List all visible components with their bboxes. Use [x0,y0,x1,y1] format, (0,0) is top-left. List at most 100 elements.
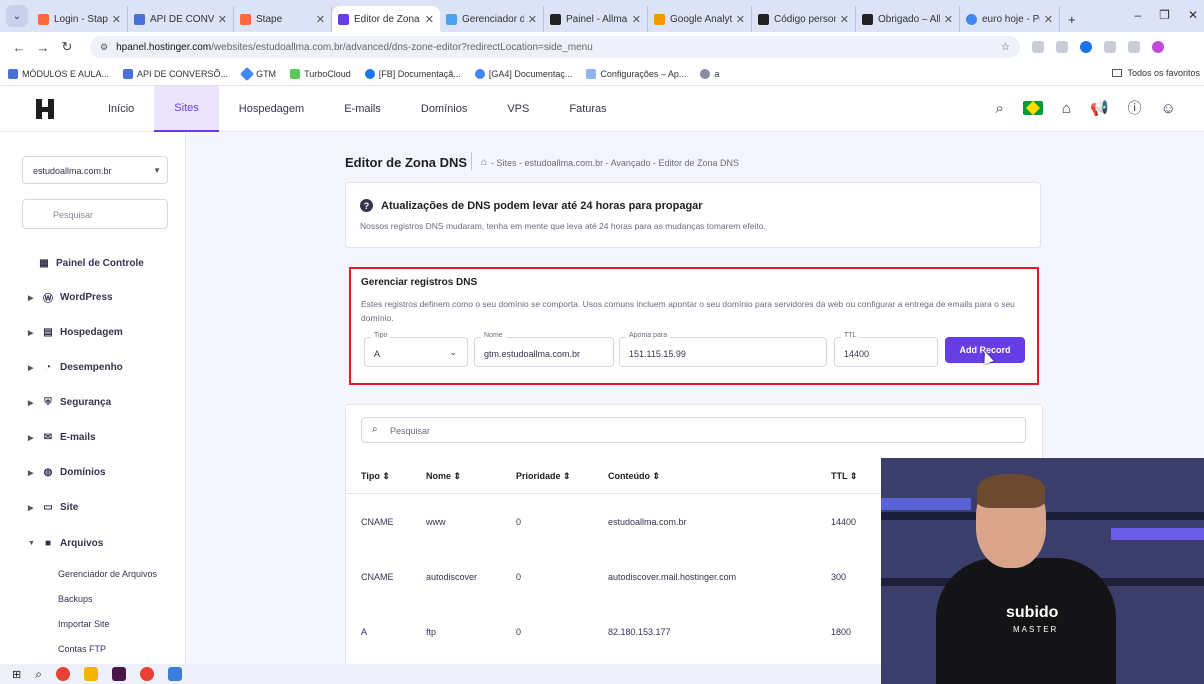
col-header-ttl[interactable]: TTL ⇕ [831,471,857,482]
browser-tab[interactable]: Painel - Allma M✕ [544,6,648,32]
sidebar-item-arquivos[interactable]: ▼ ■ Arquivos [28,538,103,549]
os-taskbar: ⊞ ⌕ [0,664,881,684]
browser-tab[interactable]: euro hoje - Pesq✕ [960,6,1060,32]
slack-icon[interactable] [111,667,126,681]
sidebar-item-seguranca[interactable]: ▶ ⛨ Segurança [28,397,111,408]
records-search-input[interactable]: ⌕ Pesquisar [361,417,1026,443]
nav-dominios[interactable]: Domínios [401,86,487,132]
nav-faturas[interactable]: Faturas [549,86,626,132]
windows-start-icon[interactable]: ⊞ [12,668,21,681]
nav-inicio[interactable]: Início [88,86,154,132]
sidebar-item-site[interactable]: ▶ ▭ Site [28,502,78,513]
close-tab-icon[interactable]: ✕ [218,13,227,26]
browser-tab[interactable]: Google Analytics✕ [648,6,752,32]
sidebar-subitem-backups[interactable]: Backups [58,594,93,604]
site-info-icon[interactable]: ⚙ [100,42,108,53]
extension-icon[interactable] [1104,41,1116,53]
chrome-icon[interactable] [55,667,70,681]
close-tab-icon[interactable]: ✕ [528,13,537,26]
extension-icon[interactable] [1056,41,1068,53]
ttl-field[interactable]: TTL 14400 [834,332,938,367]
help-icon[interactable]: ⓘ [1128,98,1142,118]
bookmark-item[interactable]: MÓDULOS E AULA... [8,68,109,79]
sidebar-item-painel[interactable]: ▦ Painel de Controle [38,258,144,269]
browser-tab[interactable]: Código personali✕ [752,6,856,32]
chrome-icon[interactable] [139,667,154,681]
browser-tab[interactable]: Gerenciador de s✕ [440,6,544,32]
photos-icon[interactable] [167,667,182,681]
bookmark-item[interactable]: Configurações – Ap... [586,68,686,79]
profile-avatar[interactable] [1152,41,1164,53]
sidebar-item-hospedagem[interactable]: ▶ ▤ Hospedagem [28,327,123,338]
bookmark-item[interactable]: [GA4] Documentaç... [474,68,572,79]
close-tab-icon[interactable]: ✕ [840,13,849,26]
tab-search-icon[interactable]: ⌄ [6,5,28,27]
points-to-field[interactable]: Aponta para 151.115.15.99 [619,332,827,367]
nav-emails[interactable]: E-mails [324,86,401,132]
close-tab-icon[interactable]: ✕ [316,13,325,26]
type-select[interactable]: Tipo A ⌄ [364,332,468,367]
sidebar-search-input[interactable]: Pesquisar [22,199,168,229]
bookmark-item[interactable]: [FB] Documentaçã... [364,68,461,79]
puzzle-icon[interactable] [1128,41,1140,53]
google-icon [474,68,485,79]
sidebar-subitem-gerenciador[interactable]: Gerenciador de Arquivos [58,569,157,579]
browser-tab[interactable]: Obrigado – Allm✕ [856,6,960,32]
browser-tab-active[interactable]: Editor de Zona D✕ [332,6,440,32]
sidebar-item-dominios[interactable]: ▶ ◍ Domínios [28,467,106,478]
table-cell: autodiscover [426,572,478,582]
bookmark-item[interactable]: TurboCloud [290,68,351,79]
close-tab-icon[interactable]: ✕ [1044,13,1053,26]
nav-sites[interactable]: Sites [154,85,219,132]
bookmark-item[interactable]: GTM [239,66,276,81]
col-header-tipo[interactable]: Tipo ⇕ [361,471,390,482]
store-icon[interactable]: ⌂ [1062,100,1071,117]
browser-tab[interactable]: Login - Stape ✕ [32,6,128,32]
bookmark-item[interactable]: a [700,68,719,79]
megaphone-icon[interactable]: 📢 [1090,99,1109,117]
search-icon[interactable]: ⌕ [35,667,42,682]
file-explorer-icon[interactable] [83,667,98,681]
chevron-right-icon: ▶ [28,504,34,512]
close-tab-icon[interactable]: ✕ [632,13,641,26]
minimize-icon[interactable]: – [1134,8,1141,22]
bookmark-star-icon[interactable]: ☆ [1001,42,1010,53]
forward-icon[interactable]: → [34,40,52,55]
nav-hospedagem[interactable]: Hospedagem [219,86,324,132]
close-window-icon[interactable]: ✕ [1188,8,1198,22]
home-icon[interactable]: ⌂ [481,157,487,168]
search-icon[interactable]: ⌕ [996,100,1004,117]
sidebar-subitem-ftp[interactable]: Contas FTP [58,644,106,654]
restore-icon[interactable]: ❐ [1159,8,1170,22]
page-title: Editor de Zona DNS [345,155,468,170]
col-header-nome[interactable]: Nome ⇕ [426,471,461,482]
all-bookmarks[interactable]: Todos os favoritos [1112,68,1200,78]
sidebar-item-emails[interactable]: ▶ ✉ E-mails [28,432,96,443]
reload-icon[interactable]: ↻ [58,39,76,55]
domain-select[interactable]: estudoallma.com.br ▼ [22,156,168,184]
extension-icon[interactable] [1032,41,1044,53]
browser-tab[interactable]: Stape ✕ [234,6,332,32]
browser-tab[interactable]: API DE CONVERSÃ✕ [128,6,234,32]
close-tab-icon[interactable]: ✕ [112,13,121,26]
close-tab-icon[interactable]: ✕ [736,13,745,26]
account-icon[interactable]: ☺ [1161,100,1176,117]
name-field[interactable]: Nome gtm.estudoallma.com.br [474,332,614,367]
docs-icon [123,68,134,79]
nav-vps[interactable]: VPS [487,86,549,132]
url-field[interactable]: ⚙ hpanel.hostinger.com/websites/estudoal… [90,36,1020,58]
docs-icon [134,13,145,25]
col-header-prioridade[interactable]: Prioridade ⇕ [516,471,571,482]
col-header-conteudo[interactable]: Conteúdo ⇕ [608,471,660,482]
close-tab-icon[interactable]: ✕ [944,13,953,26]
hostinger-logo[interactable] [36,98,54,119]
sidebar-subitem-importar[interactable]: Importar Site [58,619,110,629]
sidebar-item-desempenho[interactable]: ▶ ◔ Desempenho [28,362,123,373]
new-tab-icon[interactable]: + [1060,6,1076,32]
extension-icon[interactable] [1080,41,1092,53]
bookmark-item[interactable]: API DE CONVERSÕ... [123,68,228,79]
back-icon[interactable]: ← [10,40,28,55]
close-tab-icon[interactable]: ✕ [425,13,434,26]
sidebar-item-wordpress[interactable]: ▶ Ⓦ WordPress [28,292,113,305]
brazil-flag-icon[interactable] [1022,101,1043,115]
